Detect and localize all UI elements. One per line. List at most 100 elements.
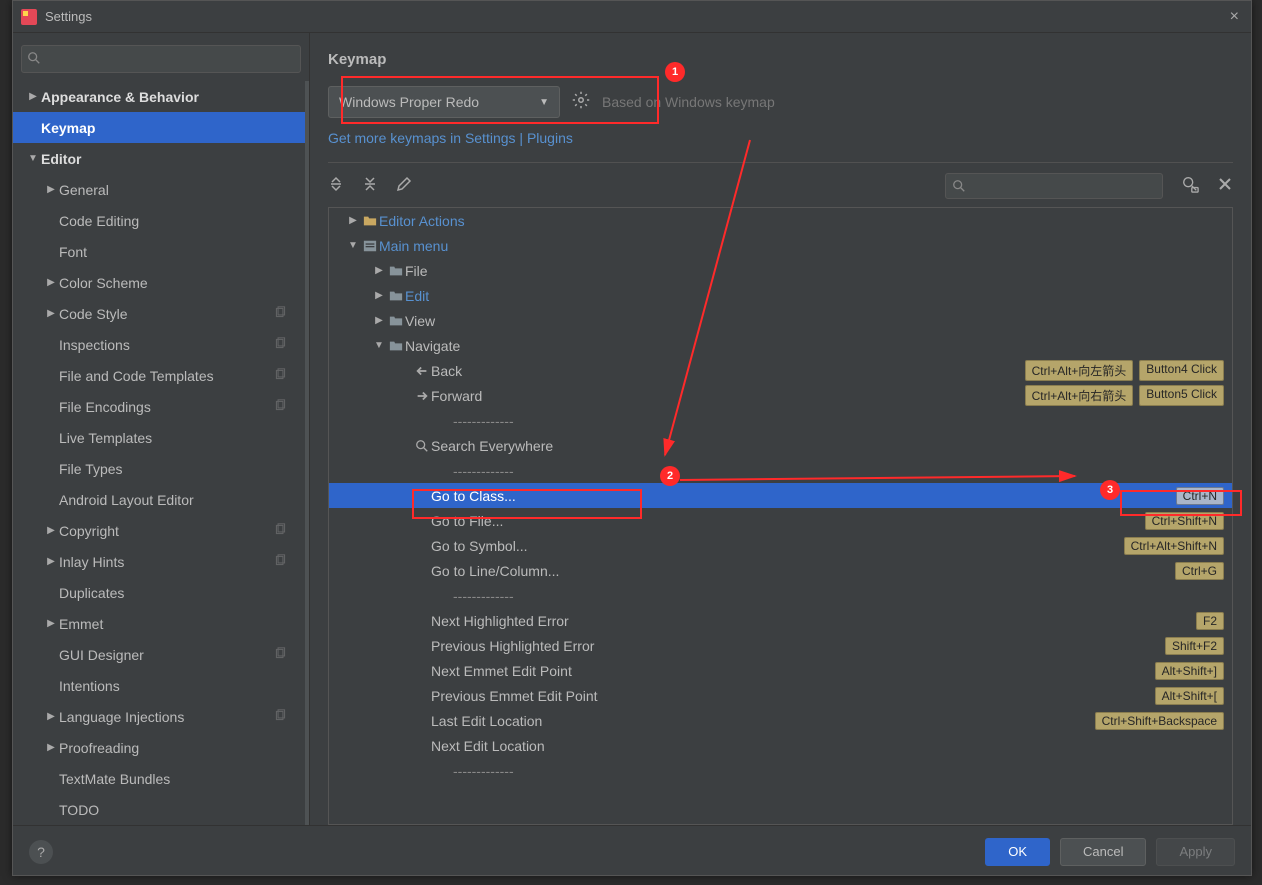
sidebar-item[interactable]: Live Templates	[13, 422, 305, 453]
action-label: Editor Actions	[379, 213, 1224, 229]
sidebar-item[interactable]: File and Code Templates	[13, 360, 305, 391]
shortcuts: Alt+Shift+[	[1155, 687, 1224, 705]
sidebar-item[interactable]: GUI Designer	[13, 639, 305, 670]
app-icon	[21, 9, 37, 25]
action-label: Forward	[431, 388, 1025, 404]
chevron-right-icon: ▶	[25, 91, 41, 102]
per-project-icon	[274, 306, 287, 322]
sidebar-item[interactable]: ▼Editor	[13, 143, 305, 174]
action-item[interactable]: Previous Emmet Edit PointAlt+Shift+[	[329, 683, 1232, 708]
keymap-select[interactable]: Windows Proper Redo ▼	[328, 86, 560, 118]
separator: -------------	[329, 408, 1232, 433]
action-item[interactable]: Go to Line/Column...Ctrl+G	[329, 558, 1232, 583]
action-label: Go to Symbol...	[431, 538, 1124, 554]
separator: -------------	[329, 583, 1232, 608]
sidebar-item[interactable]: Intentions	[13, 670, 305, 701]
keymap-panel: Keymap Windows Proper Redo ▼ Based on Wi…	[310, 33, 1251, 825]
action-group[interactable]: ▶Edit	[329, 283, 1232, 308]
action-label: View	[405, 313, 1224, 329]
sidebar-item[interactable]: ▶Proofreading	[13, 732, 305, 763]
sidebar-item[interactable]: ▶Copyright	[13, 515, 305, 546]
cancel-button[interactable]: Cancel	[1060, 838, 1146, 866]
action-group[interactable]: ▼ Main menu	[329, 233, 1232, 258]
close-icon[interactable]: ×	[1226, 8, 1243, 26]
clear-icon[interactable]	[1217, 176, 1233, 197]
apply-button[interactable]: Apply	[1156, 838, 1235, 866]
expand-all-icon[interactable]	[328, 176, 344, 197]
sidebar-item[interactable]: Code Editing	[13, 205, 305, 236]
action-item[interactable]: Last Edit LocationCtrl+Shift+Backspace	[329, 708, 1232, 733]
shortcut-badge: Button5 Click	[1139, 385, 1224, 406]
help-button[interactable]: ?	[29, 840, 53, 864]
keymap-action-tree[interactable]: ▶Editor Actions▼Main menu▶File▶Edit▶View…	[328, 207, 1233, 825]
shortcut-badge: F2	[1196, 612, 1224, 630]
shortcuts: Alt+Shift+]	[1155, 662, 1224, 680]
sidebar-item[interactable]: Font	[13, 236, 305, 267]
sidebar-item[interactable]: TODO	[13, 794, 305, 825]
action-item[interactable]: Previous Highlighted ErrorShift+F2	[329, 633, 1232, 658]
action-group[interactable]: ▶File	[329, 258, 1232, 283]
divider	[328, 162, 1233, 163]
action-group[interactable]: ▶View	[329, 308, 1232, 333]
per-project-icon	[274, 368, 287, 384]
action-item[interactable]: Next Edit Location	[329, 733, 1232, 758]
action-label: Next Edit Location	[431, 738, 1224, 754]
sidebar-item[interactable]: ▶Color Scheme	[13, 267, 305, 298]
sidebar-tree: ▶Appearance & BehaviorKeymap▼Editor▶Gene…	[13, 81, 309, 825]
per-project-icon	[274, 337, 287, 353]
sidebar-item[interactable]: File Encodings	[13, 391, 305, 422]
action-item[interactable]: Search Everywhere	[329, 433, 1232, 458]
sidebar-item-label: TODO	[59, 802, 305, 818]
chevron-down-icon: ▼	[345, 240, 361, 251]
sidebar-item[interactable]: Android Layout Editor	[13, 484, 305, 515]
separator: -------------	[329, 758, 1232, 783]
shortcut-badge: Button4 Click	[1139, 360, 1224, 381]
sidebar-item[interactable]: ▶General	[13, 174, 305, 205]
sidebar-item[interactable]: ▶Inlay Hints	[13, 546, 305, 577]
sidebar-item[interactable]: ▶Emmet	[13, 608, 305, 639]
sidebar-item-label: Color Scheme	[59, 275, 305, 291]
sidebar-item-label: Intentions	[59, 678, 305, 694]
sidebar-item[interactable]: Keymap	[13, 112, 305, 143]
action-group[interactable]: ▶Editor Actions	[329, 208, 1232, 233]
action-label: Edit	[405, 288, 1224, 304]
action-search[interactable]	[945, 173, 1163, 199]
per-project-icon	[274, 709, 287, 725]
get-keymaps-link[interactable]: Get more keymaps in Settings | Plugins	[328, 130, 1233, 146]
settings-dialog: Settings × ▶Appearance & BehaviorKeymap▼…	[12, 0, 1252, 876]
gear-icon[interactable]	[572, 91, 590, 114]
action-label: Go to File...	[431, 513, 1145, 529]
search-icon	[413, 439, 431, 453]
ok-button[interactable]: OK	[985, 838, 1050, 866]
action-label: Main menu	[379, 238, 1224, 254]
action-item[interactable]: BackCtrl+Alt+向左箭头Button4 Click	[329, 358, 1232, 383]
find-by-shortcut-icon[interactable]	[1181, 175, 1199, 198]
panel-heading: Keymap	[328, 51, 1233, 68]
action-item[interactable]: Go to Symbol...Ctrl+Alt+Shift+N	[329, 533, 1232, 558]
sidebar-item-label: TextMate Bundles	[59, 771, 305, 787]
sidebar-item[interactable]: ▶Language Injections	[13, 701, 305, 732]
collapse-all-icon[interactable]	[362, 176, 378, 197]
sidebar-item[interactable]: ▶Code Style	[13, 298, 305, 329]
sidebar-item[interactable]: ▶Appearance & Behavior	[13, 81, 305, 112]
per-project-icon	[274, 523, 287, 539]
edit-icon[interactable]	[396, 176, 412, 197]
sidebar-search-input[interactable]	[21, 45, 301, 73]
sidebar-item[interactable]: Duplicates	[13, 577, 305, 608]
action-item[interactable]: Next Highlighted ErrorF2	[329, 608, 1232, 633]
chevron-right-icon: ▶	[43, 184, 59, 195]
sidebar-item[interactable]: File Types	[13, 453, 305, 484]
action-label: Last Edit Location	[431, 713, 1095, 729]
chevron-right-icon: ▶	[371, 265, 387, 276]
action-item[interactable]: Go to File...Ctrl+Shift+N	[329, 508, 1232, 533]
action-item[interactable]: ForwardCtrl+Alt+向右箭头Button5 Click	[329, 383, 1232, 408]
action-group[interactable]: ▼Navigate	[329, 333, 1232, 358]
sidebar-item[interactable]: Inspections	[13, 329, 305, 360]
shortcuts: Ctrl+Shift+N	[1145, 512, 1224, 530]
shortcuts: Ctrl+Alt+向左箭头Button4 Click	[1025, 360, 1224, 381]
sidebar-item[interactable]: TextMate Bundles	[13, 763, 305, 794]
action-item[interactable]: Go to Class...Ctrl+N	[329, 483, 1232, 508]
chevron-right-icon: ▶	[43, 277, 59, 288]
action-item[interactable]: Next Emmet Edit PointAlt+Shift+]	[329, 658, 1232, 683]
shortcut-badge: Ctrl+Shift+Backspace	[1095, 712, 1224, 730]
